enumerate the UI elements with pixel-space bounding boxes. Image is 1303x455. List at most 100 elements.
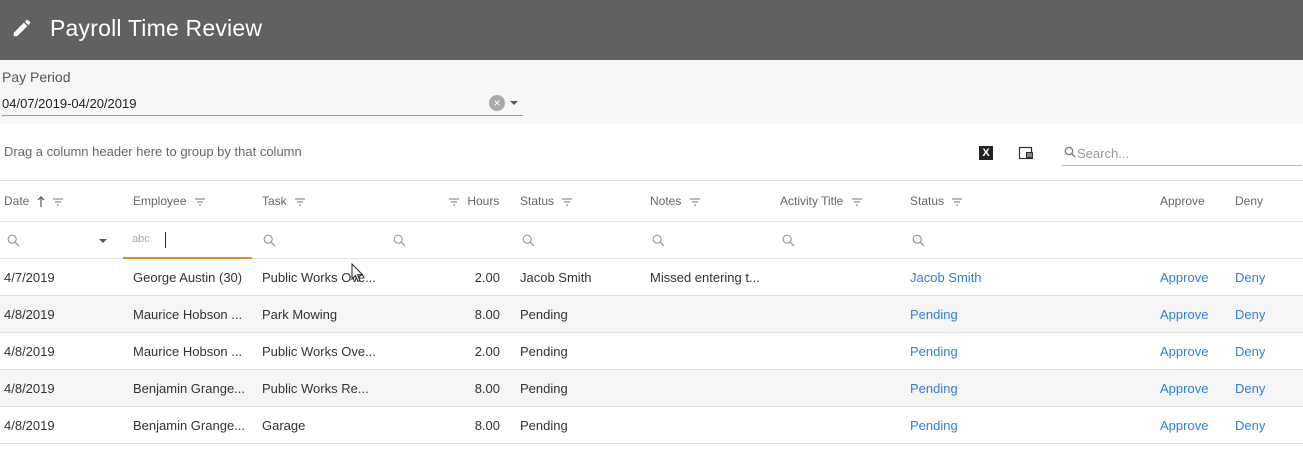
chevron-down-icon[interactable] — [510, 101, 518, 105]
status-link[interactable]: Pending — [910, 344, 958, 359]
approve-link[interactable]: Approve — [1160, 270, 1208, 285]
search-icon[interactable] — [393, 234, 406, 247]
cell-notes: Missed entering t... — [650, 270, 760, 285]
filter-placeholder: abc — [132, 233, 150, 245]
employee-filter-input[interactable]: abc — [123, 222, 252, 259]
column-header-hours[interactable]: Hours — [448, 194, 499, 208]
page-title: Payroll Time Review — [50, 15, 263, 41]
approve-link[interactable]: Approve — [1160, 381, 1208, 396]
group-hint: Drag a column header here to group by th… — [4, 144, 302, 159]
cell-status: Pending — [520, 381, 568, 396]
deny-link[interactable]: Deny — [1235, 381, 1265, 396]
status-link[interactable]: Pending — [910, 418, 958, 433]
filter-icon[interactable] — [194, 197, 206, 207]
column-header-status[interactable]: Status — [520, 194, 573, 208]
cell-hours: 8.00 — [474, 418, 500, 433]
cell-status: Pending — [520, 307, 568, 322]
deny-link[interactable]: Deny — [1235, 418, 1265, 433]
cell-employee: Maurice Hobson ... — [133, 344, 243, 359]
filter-icon[interactable] — [561, 197, 573, 207]
cell-date: 4/8/2019 — [4, 307, 55, 322]
column-header-notes[interactable]: Notes — [650, 194, 701, 208]
text-cursor — [165, 232, 166, 248]
pay-period-panel: Pay Period 04/07/2019-04/20/2019 × — [0, 60, 1303, 124]
cell-hours: 2.00 — [474, 270, 500, 285]
deny-link[interactable]: Deny — [1235, 307, 1265, 322]
column-header-status-2[interactable]: Status — [910, 194, 963, 208]
sort-ascending-icon — [37, 195, 45, 207]
filter-icon[interactable] — [689, 197, 701, 207]
cell-date: 4/8/2019 — [4, 344, 55, 359]
cell-task: Garage — [262, 418, 306, 433]
cell-task: Public Works Ove... — [262, 344, 376, 359]
cell-hours: 2.00 — [474, 344, 500, 359]
cell-status: Jacob Smith — [520, 270, 592, 285]
grid-header-row: Date Employee Task Hours Status Notes Ac… — [0, 181, 1303, 222]
approve-link[interactable]: Approve — [1160, 344, 1208, 359]
column-header-label: Task — [262, 194, 287, 208]
cell-employee: Benjamin Grange... — [133, 381, 246, 396]
cell-date: 4/8/2019 — [4, 381, 55, 396]
search-icon[interactable] — [652, 234, 665, 247]
column-header-label: Employee — [133, 194, 187, 208]
cell-status: Pending — [520, 418, 568, 433]
cell-hours: 8.00 — [474, 307, 500, 322]
table-row[interactable]: 4/8/2019 Maurice Hobson ... Park Mowing … — [0, 296, 1303, 333]
column-chooser-icon[interactable] — [1018, 145, 1034, 161]
search-icon — [1064, 146, 1076, 158]
status-link[interactable]: Jacob Smith — [910, 270, 982, 285]
search-icon[interactable] — [522, 234, 535, 247]
search-icon[interactable] — [7, 234, 20, 247]
column-header-approve: Approve — [1160, 194, 1205, 208]
cell-task: Public Works Re... — [262, 381, 369, 396]
column-header-date[interactable]: Date — [4, 194, 64, 208]
group-panel: Drag a column header here to group by th… — [0, 124, 1303, 181]
filter-icon[interactable] — [52, 197, 64, 207]
deny-link[interactable]: Deny — [1235, 270, 1265, 285]
mouse-pointer-icon — [351, 263, 364, 283]
title-bar: Payroll Time Review — [0, 0, 1303, 60]
search-icon[interactable] — [782, 234, 795, 247]
cell-status: Pending — [520, 344, 568, 359]
search-input[interactable] — [1077, 144, 1297, 162]
column-header-label: Status — [910, 194, 945, 208]
cell-employee: Benjamin Grange... — [133, 418, 246, 433]
column-header-label: Date — [4, 194, 30, 208]
grid-filter-row: abc — [0, 222, 1303, 259]
column-header-label: Activity Title — [780, 194, 844, 208]
deny-link[interactable]: Deny — [1235, 344, 1265, 359]
approve-link[interactable]: Approve — [1160, 307, 1208, 322]
column-header-deny: Deny — [1235, 194, 1264, 208]
cell-employee: George Austin (30) — [133, 270, 243, 285]
search-icon[interactable] — [912, 234, 925, 247]
grid-search[interactable] — [1062, 142, 1302, 166]
table-row[interactable]: 4/8/2019 Maurice Hobson ... Public Works… — [0, 333, 1303, 370]
column-header-label: Hours — [467, 194, 500, 208]
chevron-down-icon[interactable] — [99, 239, 107, 243]
cell-employee: Maurice Hobson ... — [133, 307, 243, 322]
clear-icon[interactable]: × — [489, 95, 505, 111]
filter-icon[interactable] — [294, 197, 306, 207]
column-header-task[interactable]: Task — [262, 194, 306, 208]
column-header-label: Notes — [650, 194, 682, 208]
search-icon[interactable] — [263, 234, 276, 247]
column-header-label: Status — [520, 194, 555, 208]
filter-icon[interactable] — [951, 197, 963, 207]
approve-link[interactable]: Approve — [1160, 418, 1208, 433]
pencil-icon — [13, 19, 31, 37]
pay-period-select[interactable]: 04/07/2019-04/20/2019 × — [2, 90, 523, 116]
column-header-employee[interactable]: Employee — [133, 194, 206, 208]
status-link[interactable]: Pending — [910, 307, 958, 322]
pay-period-label: Pay Period — [2, 69, 71, 85]
status-link[interactable]: Pending — [910, 381, 958, 396]
table-row[interactable]: 4/8/2019 Benjamin Grange... Garage 8.00 … — [0, 407, 1303, 444]
cell-date: 4/8/2019 — [4, 418, 55, 433]
filter-icon[interactable] — [448, 197, 460, 207]
cell-date: 4/7/2019 — [4, 270, 55, 285]
excel-export-icon[interactable]: X — [979, 146, 993, 160]
column-header-activity-title[interactable]: Activity Title — [780, 194, 863, 208]
cell-hours: 8.00 — [474, 381, 500, 396]
table-row[interactable]: 4/7/2019 George Austin (30) Public Works… — [0, 259, 1303, 296]
table-row[interactable]: 4/8/2019 Benjamin Grange... Public Works… — [0, 370, 1303, 407]
filter-icon[interactable] — [851, 197, 863, 207]
